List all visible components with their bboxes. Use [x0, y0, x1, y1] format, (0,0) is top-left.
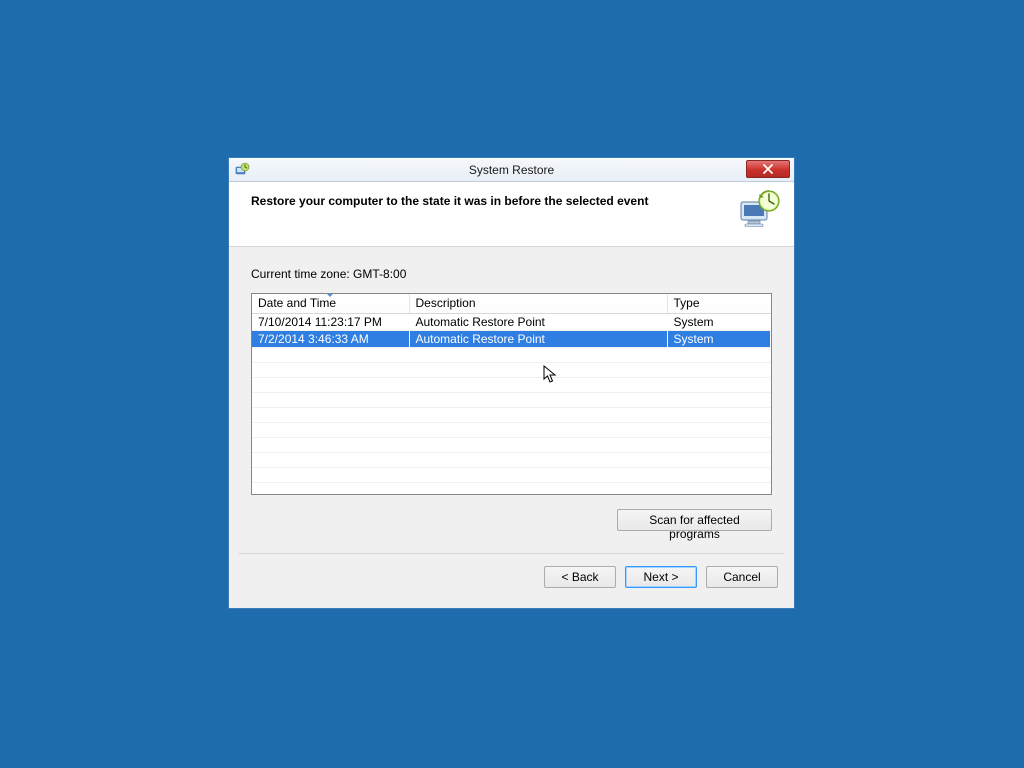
table-row-empty [252, 422, 771, 437]
scan-row: Scan for affected programs [229, 495, 794, 531]
cell-date: 7/10/2014 11:23:17 PM [252, 313, 409, 330]
close-button[interactable] [746, 160, 790, 178]
system-restore-dialog: System Restore Restore your computer to … [228, 157, 795, 609]
cell-type: System [667, 313, 771, 330]
restore-computer-icon [736, 188, 782, 234]
table-row-empty [252, 482, 771, 495]
sort-indicator-icon [326, 293, 334, 297]
column-header-description[interactable]: Description [409, 294, 667, 313]
table-row-empty [252, 362, 771, 377]
column-header-date-label: Date and Time [258, 296, 336, 310]
table-row[interactable]: 7/2/2014 3:46:33 AM Automatic Restore Po… [252, 330, 771, 347]
column-header-type[interactable]: Type [667, 294, 771, 313]
header-band: Restore your computer to the state it wa… [229, 182, 794, 247]
cell-desc: Automatic Restore Point [409, 330, 667, 347]
cell-desc: Automatic Restore Point [409, 313, 667, 330]
cell-date: 7/2/2014 3:46:33 AM [252, 330, 409, 347]
table-row-empty [252, 377, 771, 392]
column-header-desc-label: Description [416, 296, 476, 310]
scan-affected-programs-button[interactable]: Scan for affected programs [617, 509, 772, 531]
table-row[interactable]: 7/10/2014 11:23:17 PM Automatic Restore … [252, 313, 771, 330]
restore-points-table[interactable]: Date and Time Description Type 7/10/2014… [251, 293, 772, 495]
body-area: Current time zone: GMT-8:00 Date and Tim… [229, 247, 794, 608]
wizard-footer: < Back Next > Cancel [229, 554, 794, 588]
next-button[interactable]: Next > [625, 566, 697, 588]
system-restore-icon [234, 162, 250, 178]
table-row-empty [252, 392, 771, 407]
close-icon [762, 164, 774, 174]
window-title: System Restore [229, 163, 794, 177]
table-row-empty [252, 467, 771, 482]
page-heading: Restore your computer to the state it wa… [251, 194, 776, 208]
table-row-empty [252, 407, 771, 422]
table-row-empty [252, 452, 771, 467]
column-header-date[interactable]: Date and Time [252, 294, 409, 313]
back-button[interactable]: < Back [544, 566, 616, 588]
timezone-label: Current time zone: GMT-8:00 [229, 247, 794, 289]
cell-type: System [667, 330, 771, 347]
cancel-button[interactable]: Cancel [706, 566, 778, 588]
table-row-empty [252, 437, 771, 452]
column-header-type-label: Type [674, 296, 700, 310]
table-row-empty [252, 347, 771, 362]
titlebar: System Restore [229, 158, 794, 182]
